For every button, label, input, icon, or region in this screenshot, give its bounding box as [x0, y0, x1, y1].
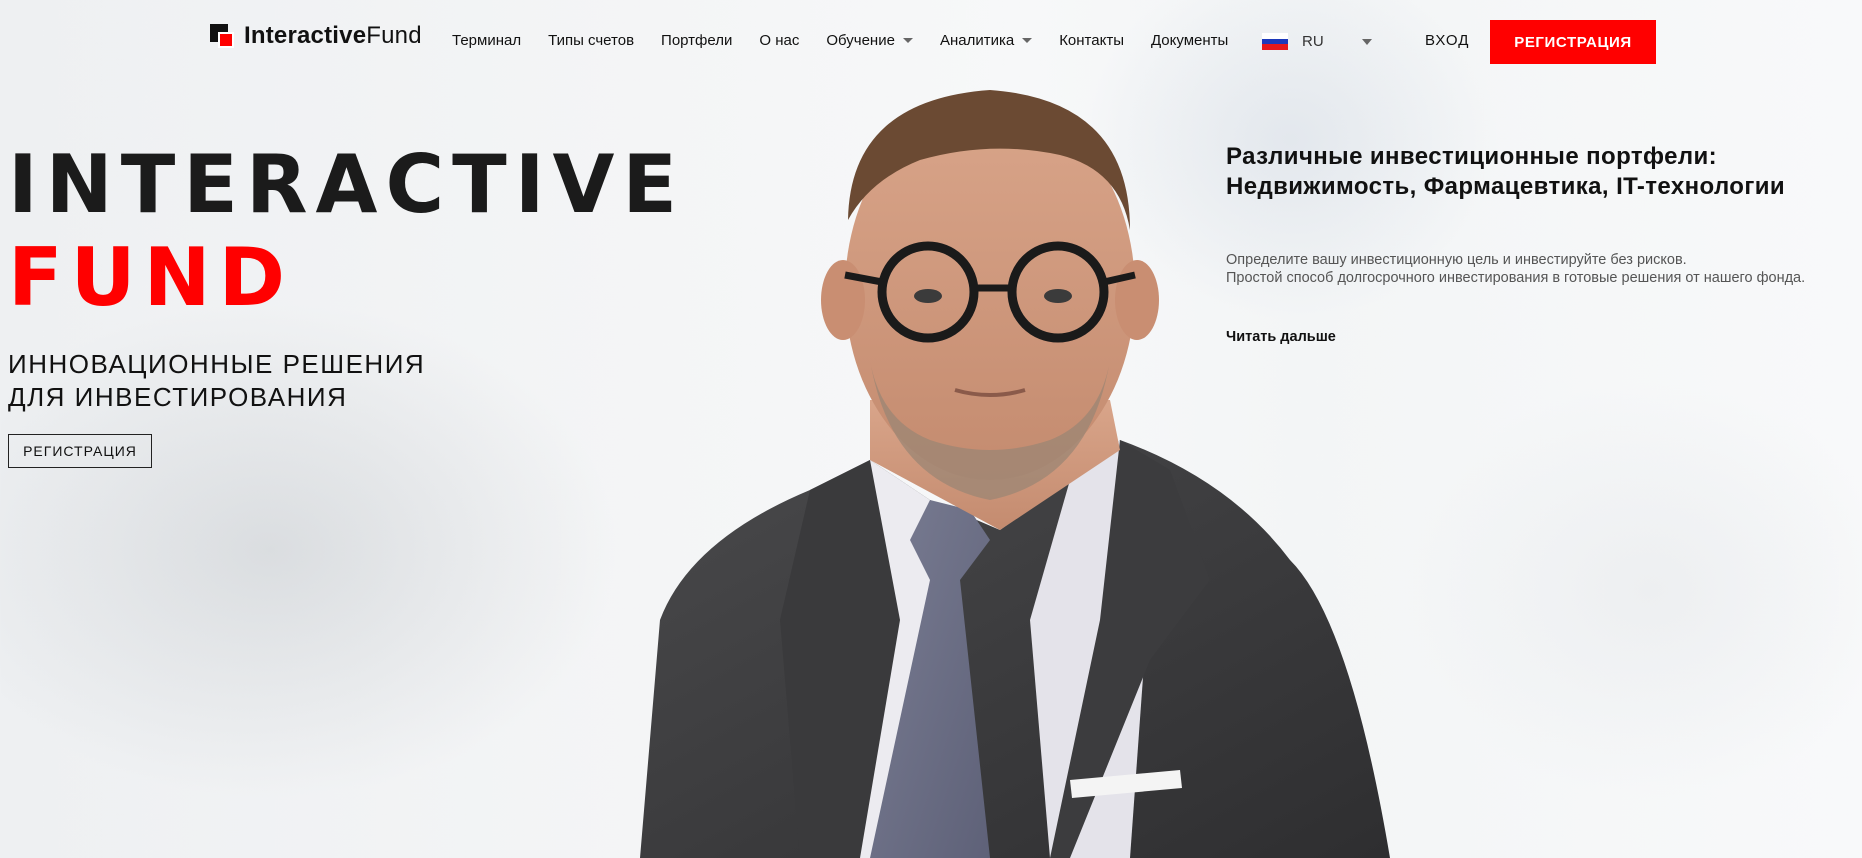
login-link[interactable]: ВХОД	[1425, 32, 1469, 49]
logo-icon	[210, 24, 234, 48]
promo-title: Различные инвестиционные портфели: Недви…	[1226, 143, 1786, 200]
hero-title-line2: FUND	[8, 231, 293, 324]
nav-item-education[interactable]: Обучение	[826, 32, 913, 49]
chevron-down-icon	[902, 38, 913, 43]
main-nav: Терминал Типы счетов Портфели О нас Обуч…	[452, 32, 1255, 49]
logo[interactable]: InteractiveFund	[210, 22, 422, 50]
russia-flag-icon	[1262, 33, 1288, 51]
nav-item-about[interactable]: О нас	[759, 32, 799, 49]
hero-register-button[interactable]: РЕГИСТРАЦИЯ	[8, 434, 152, 468]
site-header: InteractiveFund Терминал Типы счетов Пор…	[0, 0, 1862, 84]
promo-description: Определите вашу инвестиционную цель и ин…	[1226, 251, 1826, 287]
logo-text: InteractiveFund	[244, 22, 422, 49]
nav-item-terminal[interactable]: Терминал	[452, 32, 521, 49]
nav-item-contacts[interactable]: Контакты	[1059, 32, 1124, 49]
nav-item-portfolios[interactable]: Портфели	[661, 32, 732, 49]
read-more-link[interactable]: Читать дальше	[1226, 329, 1336, 345]
promo-description-line2: Простой способ долгосрочного инвестирова…	[1226, 270, 1806, 286]
language-code: RU	[1302, 33, 1324, 50]
nav-item-account-types[interactable]: Типы счетов	[548, 32, 634, 49]
register-button[interactable]: РЕГИСТРАЦИЯ	[1490, 20, 1656, 64]
hero-subtitle-line1: ИННОВАЦИОННЫЕ РЕШЕНИЯ	[8, 349, 426, 379]
hero-subtitle-line2: ДЛЯ ИНВЕСТИРОВАНИЯ	[8, 382, 348, 412]
nav-item-documents[interactable]: Документы	[1151, 32, 1228, 49]
nav-item-analytics[interactable]: Аналитика	[940, 32, 1033, 49]
hero-title-line1: INTERACTIVE	[8, 138, 686, 231]
background-blur	[1400, 380, 1862, 800]
chevron-down-icon	[1022, 38, 1033, 43]
chevron-down-icon	[1362, 38, 1372, 45]
language-selector[interactable]: RU	[1262, 33, 1372, 51]
hero-subtitle: ИННОВАЦИОННЫЕ РЕШЕНИЯ ДЛЯ ИНВЕСТИРОВАНИЯ	[8, 348, 425, 414]
promo-description-line1: Определите вашу инвестиционную цель и ин…	[1226, 252, 1687, 268]
